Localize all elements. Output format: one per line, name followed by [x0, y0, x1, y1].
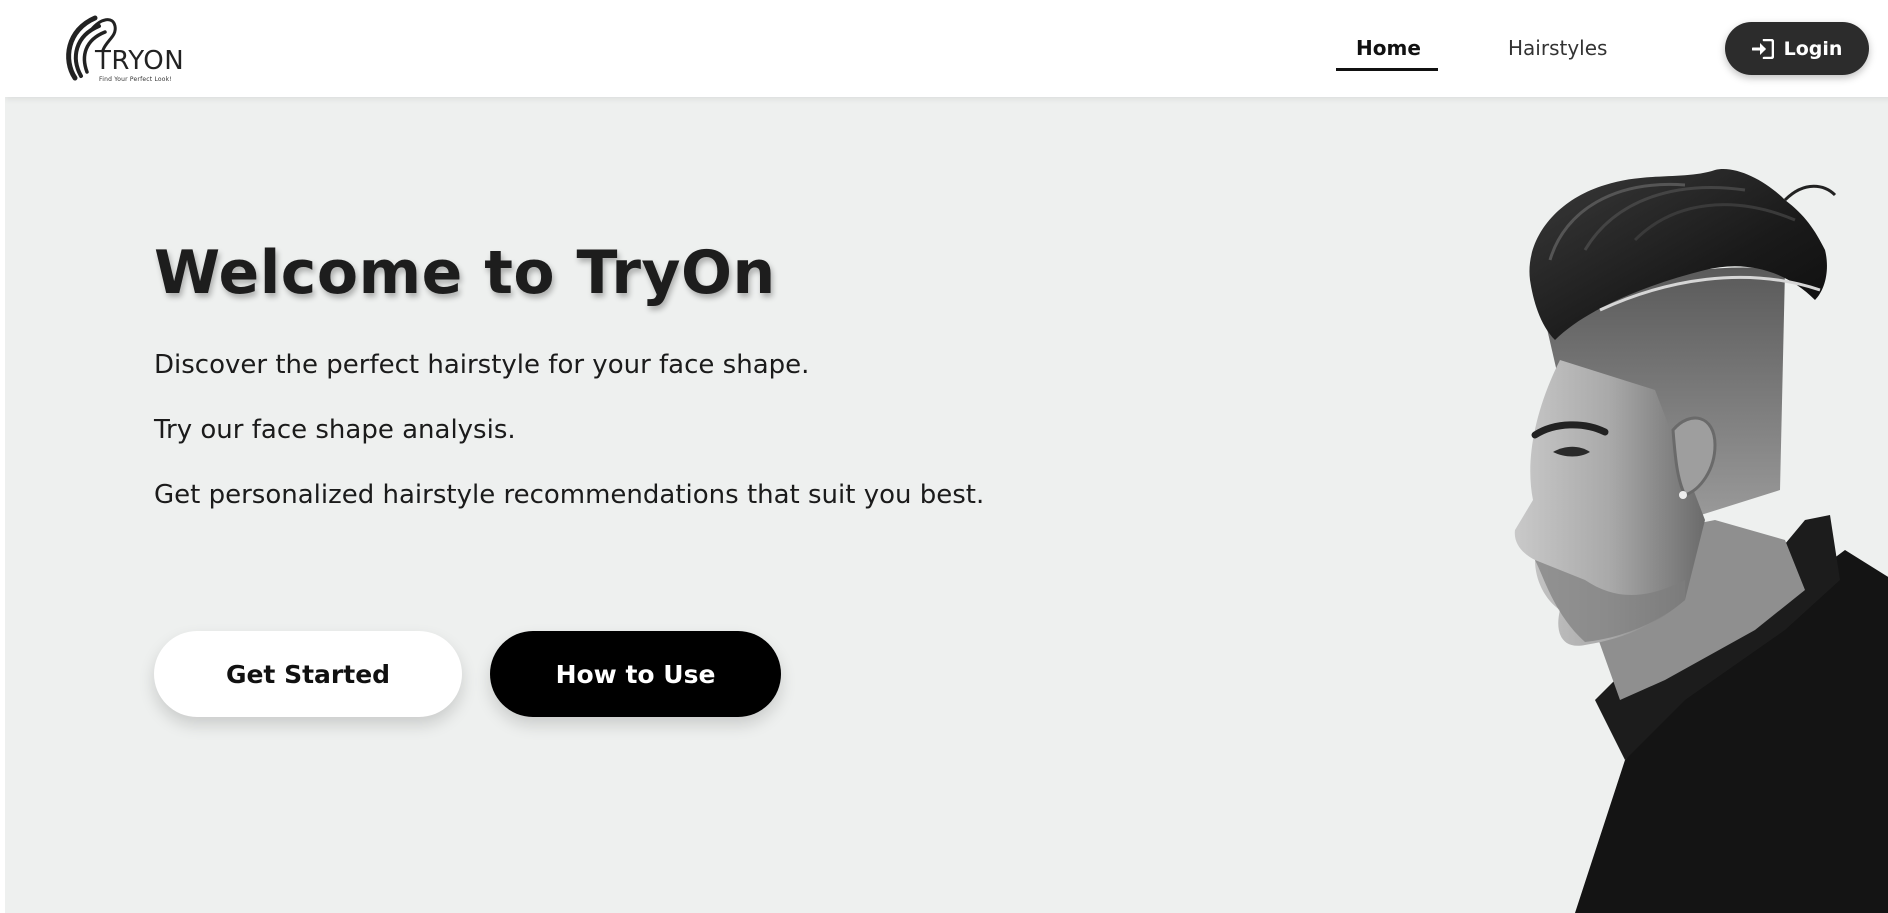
hero-line-2: Try our face shape analysis. [154, 415, 516, 445]
hero-title: Welcome to TryOn [154, 238, 776, 308]
brand-tagline: Find Your Perfect Look! [99, 76, 172, 83]
page: TRYON Find Your Perfect Look! Home Hairs… [0, 0, 1888, 913]
hero-line-3: Get personalized hairstyle recommendatio… [154, 480, 985, 510]
brand-name: TRYON [95, 46, 185, 76]
how-to-use-button[interactable]: How to Use [490, 631, 781, 717]
login-button[interactable]: Login [1725, 22, 1869, 75]
get-started-button[interactable]: Get Started [154, 631, 462, 717]
sign-in-icon [1751, 38, 1774, 59]
active-nav-indicator [1336, 68, 1438, 71]
nav-home[interactable]: Home [1356, 36, 1421, 60]
brand-logo[interactable]: TRYON Find Your Perfect Look! [61, 10, 191, 86]
man-profile-illustration [1514, 169, 1888, 913]
login-label: Login [1783, 37, 1843, 60]
hero-line-1: Discover the perfect hairstyle for your … [154, 350, 810, 380]
top-navbar: TRYON Find Your Perfect Look! Home Hairs… [5, 0, 1888, 97]
nav-hairstyles[interactable]: Hairstyles [1508, 36, 1607, 60]
